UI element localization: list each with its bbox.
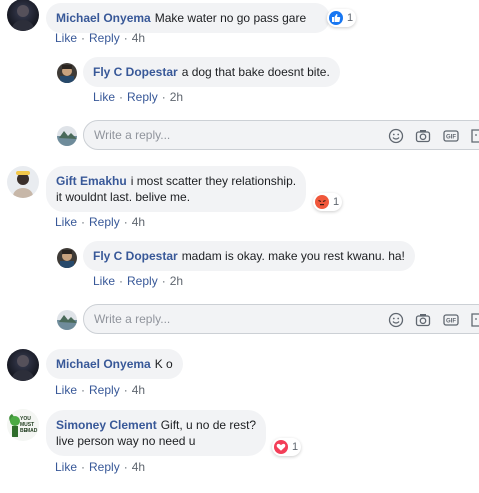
comment-actions: Like · Reply · 4h xyxy=(55,31,146,45)
comment-author[interactable]: Simoney Clement xyxy=(56,418,157,432)
reply-input[interactable]: Write a reply... GIF xyxy=(83,120,479,150)
timestamp[interactable]: 4h xyxy=(132,31,145,45)
reply-link[interactable]: Reply xyxy=(89,383,120,397)
comment-text: it wouldnt last. belive me. xyxy=(56,190,191,204)
reply-placeholder: Write a reply... xyxy=(94,312,171,326)
avatar[interactable] xyxy=(7,166,39,198)
comment-actions: Like · Reply · 4h xyxy=(55,383,146,397)
avatar[interactable]: YOU MUST BE MAD xyxy=(7,409,39,441)
reply-link[interactable]: Reply xyxy=(89,31,120,45)
comment-text: Gift, u no de rest? xyxy=(160,418,257,432)
emoji-icon[interactable] xyxy=(388,128,404,144)
reaction-count[interactable]: 1 xyxy=(313,193,343,211)
like-link[interactable]: Like xyxy=(93,90,115,104)
comment-bubble: Michael Onyema K o xyxy=(46,349,183,379)
comment-author[interactable]: Michael Onyema xyxy=(56,11,151,25)
comment-author[interactable]: Fly C Dopestar xyxy=(93,65,178,79)
comment-actions: Like · Reply · 4h xyxy=(55,215,146,229)
reply-input[interactable]: Write a reply... GIF xyxy=(83,304,479,334)
comment-bubble: Simoney Clement Gift, u no de rest? live … xyxy=(46,410,267,456)
timestamp[interactable]: 4h xyxy=(132,460,145,474)
user-photo-icon xyxy=(57,315,77,330)
reaction-count[interactable]: 1 xyxy=(272,438,302,456)
angry-reaction-icon xyxy=(315,195,329,209)
timestamp[interactable]: 4h xyxy=(132,383,145,397)
emoji-icon[interactable] xyxy=(388,312,404,328)
reply-link[interactable]: Reply xyxy=(127,90,158,104)
my-avatar xyxy=(57,310,77,330)
reply-link[interactable]: Reply xyxy=(127,274,158,288)
svg-text:MAD: MAD xyxy=(26,428,38,434)
reaction-number: 1 xyxy=(347,12,354,24)
my-avatar xyxy=(57,126,77,146)
comment-text: Make water no go pass gare xyxy=(154,11,307,25)
comment-text: live person way no need u xyxy=(56,434,196,448)
like-link[interactable]: Like xyxy=(55,31,77,45)
user-photo-icon xyxy=(12,5,34,31)
like-link[interactable]: Like xyxy=(55,215,77,229)
timestamp[interactable]: 2h xyxy=(170,274,183,288)
love-reaction-icon xyxy=(274,440,288,454)
avatar[interactable] xyxy=(57,63,77,83)
user-photo-icon xyxy=(60,250,74,268)
comment-text: a dog that bake doesnt bite. xyxy=(181,65,330,79)
avatar[interactable] xyxy=(57,248,77,268)
avatar[interactable] xyxy=(7,0,39,31)
reply-placeholder: Write a reply... xyxy=(94,128,171,142)
like-reaction-icon xyxy=(329,11,343,25)
camera-icon[interactable] xyxy=(415,128,431,144)
comment-author[interactable]: Michael Onyema xyxy=(56,357,151,371)
reaction-count[interactable]: 1 xyxy=(327,9,357,27)
comment-actions: Like · Reply · 2h xyxy=(93,90,184,104)
comment-text: i most scatter they relationship. xyxy=(130,174,297,188)
comment-text: madam is okay. make you rest kwanu. ha! xyxy=(181,249,405,263)
avatar[interactable] xyxy=(7,349,39,381)
timestamp[interactable]: 2h xyxy=(170,90,183,104)
comment-line: Simoney Clement Gift, u no de rest? xyxy=(56,417,256,433)
comment-bubble: Gift Emakhu i most scatter they relations… xyxy=(46,166,307,212)
like-link[interactable]: Like xyxy=(55,383,77,397)
comment-actions: Like · Reply · 2h xyxy=(93,274,184,288)
gif-icon[interactable]: GIF xyxy=(443,128,459,144)
comment-actions: Like · Reply · 4h xyxy=(55,460,146,474)
like-link[interactable]: Like xyxy=(55,460,77,474)
comment-author[interactable]: Fly C Dopestar xyxy=(93,249,178,263)
sticker-icon[interactable] xyxy=(470,128,479,144)
reply-link[interactable]: Reply xyxy=(89,215,120,229)
comment-text: K o xyxy=(154,357,173,371)
camera-icon[interactable] xyxy=(415,312,431,328)
user-photo-icon xyxy=(60,65,74,83)
comment-author[interactable]: Gift Emakhu xyxy=(56,174,127,188)
svg-text:GIF: GIF xyxy=(446,319,456,325)
user-photo-icon xyxy=(57,131,77,146)
like-link[interactable]: Like xyxy=(93,274,115,288)
user-photo-icon xyxy=(13,171,33,198)
comment-bubble: Fly C Dopestar madam is okay. make you re… xyxy=(83,241,415,271)
user-photo-icon xyxy=(12,355,34,381)
reply-link[interactable]: Reply xyxy=(89,460,120,474)
comment-line: Gift Emakhu i most scatter they relations… xyxy=(56,173,296,189)
comment-bubble: Michael Onyema Make water no go pass gare xyxy=(46,3,331,33)
reaction-number: 1 xyxy=(333,196,340,208)
reaction-number: 1 xyxy=(292,441,299,453)
gif-icon[interactable]: GIF xyxy=(443,312,459,328)
timestamp[interactable]: 4h xyxy=(132,215,145,229)
you-must-be-mad-badge-icon: YOU MUST BE MAD xyxy=(9,414,38,437)
sticker-icon[interactable] xyxy=(470,312,479,328)
svg-text:GIF: GIF xyxy=(446,135,456,141)
comment-bubble: Fly C Dopestar a dog that bake doesnt bit… xyxy=(83,57,340,87)
